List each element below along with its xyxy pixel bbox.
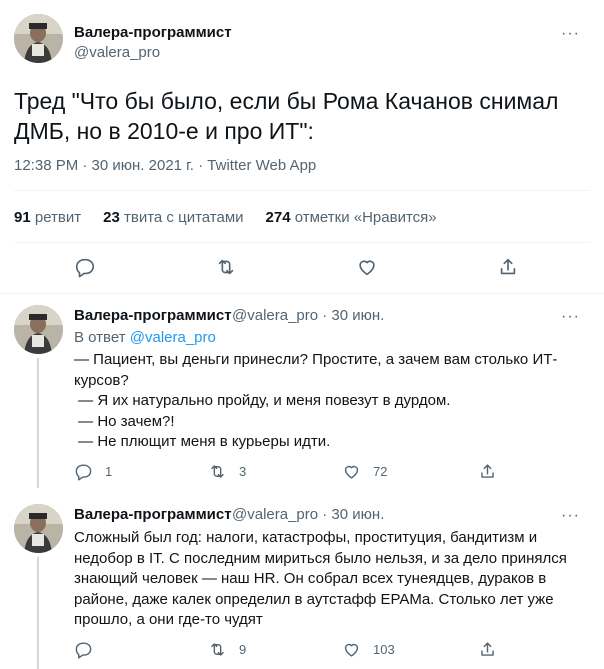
likes-stat[interactable]: 274 отметки «Нравится»: [266, 209, 437, 226]
tweet-text: Тред "Что бы было, если бы Рома Качанов …: [14, 88, 559, 144]
quotes-stat[interactable]: 23 твита с цитатами: [103, 209, 243, 226]
more-options-icon[interactable]: ···: [561, 309, 580, 325]
reply-avatar[interactable]: [14, 305, 63, 354]
reply-handle-date[interactable]: @valera_pro · 30 июн.: [232, 307, 384, 324]
quotes-label: твита с цитатами: [124, 209, 244, 226]
reply-text-line: знающий человек — наш HR. Он собрал всех…: [74, 570, 547, 587]
reply-text-line: недобор в IT. С последним мириться было …: [74, 549, 567, 567]
reply-text-line: — Но зачем?!: [74, 412, 175, 430]
retweet-icon: [211, 643, 224, 656]
reply-text-line: — Не плющит меня в курьеры идти.: [74, 433, 331, 450]
reply-text: Сложный был год: налоги, катастрофы, про…: [74, 528, 574, 631]
reply-text-line: — Я их натурально пройду, и меня повезут…: [74, 392, 451, 409]
reply-text-line: прошло, а они где-то чудят: [74, 611, 263, 628]
reply-count: 1: [105, 464, 113, 479]
reply-to-prefix: В ответ: [74, 329, 126, 346]
tweet-meta[interactable]: 12:38 PM · 30 июн. 2021 г. · Twitter Web…: [14, 157, 316, 174]
like-icon: [344, 465, 359, 479]
reply-to: В ответ @valera_pro: [74, 329, 216, 346]
reply-button[interactable]: 1: [74, 462, 112, 481]
quotes-count: 23: [103, 209, 120, 226]
more-options-icon[interactable]: ···: [561, 26, 580, 42]
retweet-button[interactable]: 9: [208, 640, 246, 659]
thread-line: [37, 358, 39, 488]
like-icon[interactable]: [356, 256, 378, 278]
share-icon: [481, 642, 494, 656]
share-button[interactable]: [478, 640, 497, 659]
reply-icon[interactable]: [74, 256, 96, 278]
thread-line: [37, 557, 39, 669]
reply-text-line: курсов?: [74, 371, 129, 389]
author-avatar[interactable]: [14, 14, 63, 63]
retweets-count: 91: [14, 209, 31, 226]
share-button[interactable]: [478, 462, 497, 481]
reply-button[interactable]: [74, 640, 105, 659]
share-icon[interactable]: [497, 256, 519, 278]
retweets-stat[interactable]: 91 ретвит: [14, 209, 81, 226]
author-handle[interactable]: @valera_pro: [74, 44, 160, 61]
reply-author-name[interactable]: Валера-программист: [74, 506, 232, 523]
reply-author-name[interactable]: Валера-программист: [74, 307, 232, 324]
reply-actions: 1 3 72: [74, 462, 514, 482]
likes-label: отметки «Нравится»: [294, 209, 437, 226]
like-button[interactable]: 72: [342, 462, 387, 481]
reply-text-line: районе, даже калек определил в аутстафф …: [74, 590, 554, 608]
likes-count: 274: [265, 209, 291, 226]
retweet-button[interactable]: 3: [208, 462, 246, 481]
divider: [14, 190, 590, 191]
reply-text: — Пациент, вы деньги принесли? Простите,…: [74, 350, 574, 453]
like-button[interactable]: 103: [342, 640, 395, 659]
like-icon: [344, 643, 359, 657]
divider: [14, 242, 590, 243]
author-name[interactable]: Валера-программист: [74, 24, 232, 41]
tweet-actions: [0, 256, 604, 280]
retweet-count: 3: [239, 464, 247, 479]
reply-handle-date[interactable]: @valera_pro · 30 июн.: [232, 506, 384, 523]
reply-actions: 9 103: [74, 640, 514, 660]
reply-icon: [75, 642, 92, 659]
reply-text-line: Сложный был год: налоги, катастрофы, про…: [74, 529, 538, 546]
share-icon: [481, 464, 494, 478]
retweets-label: ретвит: [34, 209, 82, 226]
reply-icon: [75, 464, 92, 481]
reply-text-line: — Пациент, вы деньги принесли? Простите,…: [74, 351, 558, 368]
retweet-icon: [211, 465, 224, 478]
like-count: 72: [373, 464, 388, 479]
like-count: 103: [373, 642, 395, 657]
more-options-icon[interactable]: ···: [561, 508, 580, 524]
divider: [0, 293, 604, 294]
retweet-icon[interactable]: [215, 256, 237, 278]
reply-avatar[interactable]: [14, 504, 63, 553]
retweet-count: 9: [239, 642, 247, 657]
tweet-stats: 91 ретвит 23 твита с цитатами 274 отметк…: [14, 209, 437, 226]
reply-to-link[interactable]: @valera_pro: [130, 329, 216, 346]
